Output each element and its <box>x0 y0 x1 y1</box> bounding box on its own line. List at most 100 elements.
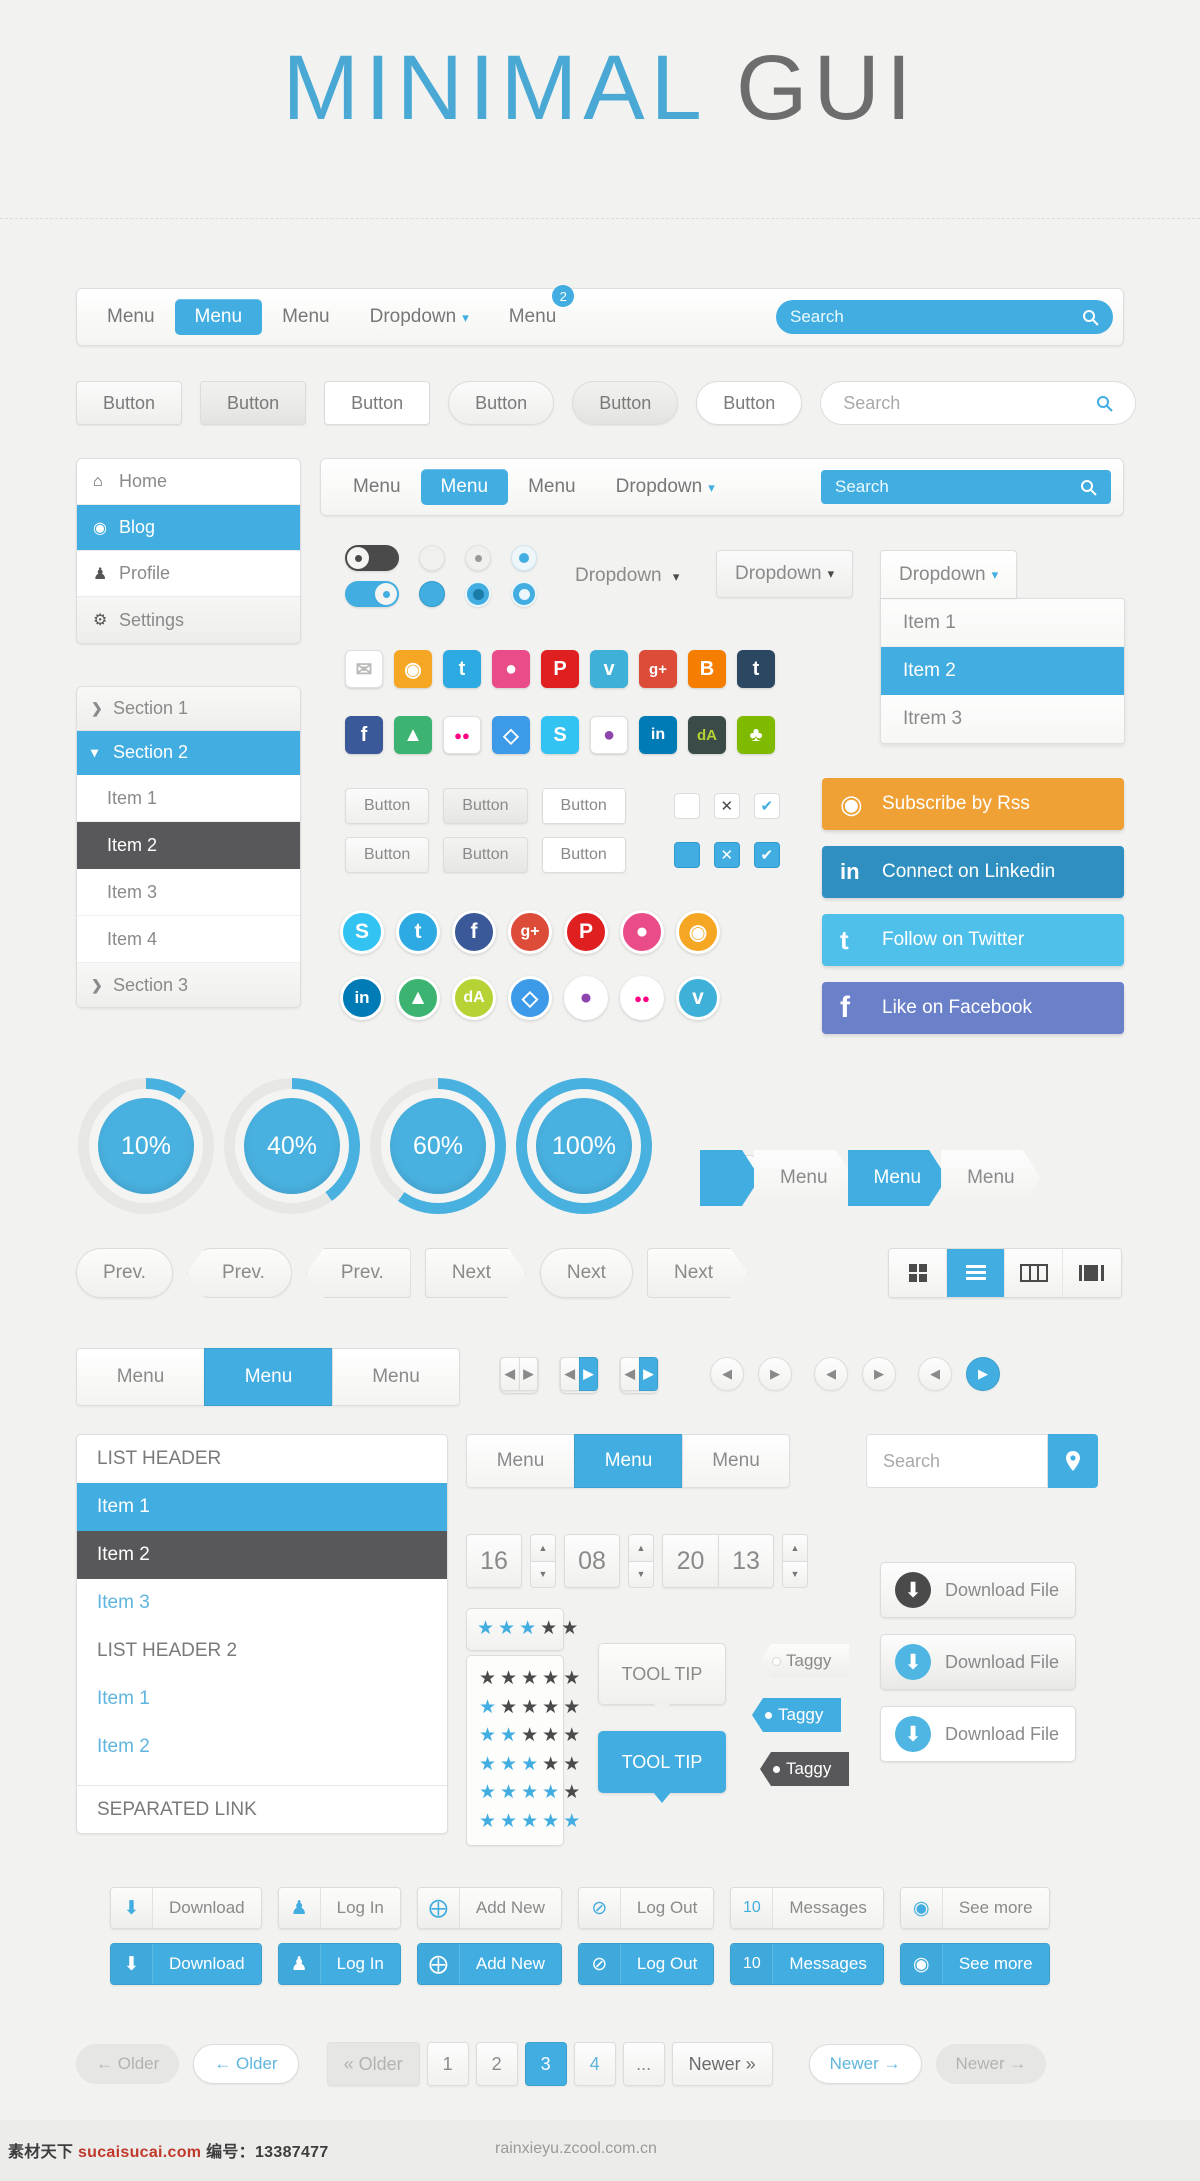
star-icon[interactable]: ★ <box>542 1751 559 1780</box>
star-icon[interactable]: ★ <box>542 1722 559 1751</box>
star-icon[interactable]: ★ <box>521 1779 538 1808</box>
list-item-5[interactable]: Item 2 <box>77 1723 447 1771</box>
spinner-down-icon[interactable]: ▼ <box>530 1560 556 1588</box>
linkedin-icon[interactable]: in <box>639 716 677 754</box>
spinner-arrows-year[interactable]: ▲ ▼ <box>782 1534 808 1588</box>
prev-button-arrow-square[interactable]: Prev. <box>305 1248 411 1298</box>
pager-next-icon[interactable]: ▶ <box>758 1357 792 1391</box>
spinner-down-icon[interactable]: ▼ <box>782 1560 808 1588</box>
star-icon[interactable]: ★ <box>563 1722 580 1751</box>
mini-button-2[interactable]: Button <box>443 788 528 824</box>
breadcrumb-item-3[interactable]: Menu <box>941 1150 1041 1206</box>
dropdown-item-3[interactable]: Itrem 3 <box>881 695 1124 743</box>
dropbox-icon[interactable]: ◇ <box>492 716 530 754</box>
accordion-section-3[interactable]: ❯ Section 3 <box>77 963 300 1007</box>
list-item-3[interactable]: Item 3 <box>77 1579 447 1627</box>
nav2-item-menu-1[interactable]: Menu <box>333 469 421 505</box>
messages-action-button[interactable]: 10 Messages <box>730 1887 884 1929</box>
button-round-1[interactable]: Button <box>448 381 555 425</box>
star-icon[interactable]: ★ <box>521 1808 538 1837</box>
see-more-action-button-blue[interactable]: ◉ See more <box>899 1943 1050 1985</box>
location-pin-icon[interactable] <box>1048 1434 1098 1488</box>
checkbox-x-light[interactable]: ✕ <box>713 793 740 819</box>
nav2-item-dropdown[interactable]: Dropdown ▾ <box>596 469 735 505</box>
dropdown-item-1[interactable]: Item 1 <box>881 599 1124 647</box>
tab-menu-2-active[interactable]: Menu <box>204 1348 332 1406</box>
add-new-action-button[interactable]: ⨁ Add New <box>416 1887 562 1929</box>
pager-next-icon-active[interactable]: ▶ <box>578 1357 598 1391</box>
radio-filled-blue[interactable] <box>419 581 445 607</box>
logout-action-button[interactable]: ⊘ Log Out <box>577 1887 715 1929</box>
newer-page-button[interactable]: Newer » <box>671 2042 773 2086</box>
page-number-1[interactable]: 1 <box>426 2042 469 2086</box>
blogger-icon[interactable]: B <box>688 650 726 688</box>
prev-button-round[interactable]: Prev. <box>76 1248 173 1298</box>
pager-next-icon[interactable]: ▶ <box>518 1357 538 1391</box>
like-facebook-button[interactable]: f Like on Facebook <box>822 982 1124 1034</box>
pinterest-icon[interactable]: P <box>541 650 579 688</box>
accordion-item-1[interactable]: Item 1 <box>77 775 300 822</box>
mini-button-1[interactable]: Button <box>345 788 430 824</box>
download-action-button-blue[interactable]: ⬇ Download <box>110 1943 262 1985</box>
star-icon[interactable]: ★ <box>542 1808 559 1837</box>
tag-light[interactable]: Taggy <box>760 1644 850 1678</box>
button-round-2[interactable]: Button <box>572 381 679 425</box>
pinterest-icon[interactable]: P <box>564 910 608 954</box>
page-number-3-active[interactable]: 3 <box>524 2042 567 2086</box>
spinner-down-icon[interactable]: ▼ <box>628 1560 654 1588</box>
star-icon[interactable]: ★ <box>500 1694 517 1723</box>
star-icon[interactable]: ★ <box>479 1722 496 1751</box>
star-icon[interactable]: ★ <box>563 1751 580 1780</box>
star-icon[interactable]: ★ <box>479 1808 496 1837</box>
button-square-2[interactable]: Button <box>200 381 307 425</box>
forrst-icon[interactable]: ♣ <box>737 716 775 754</box>
pager-prev-icon[interactable]: ◀ <box>500 1357 519 1391</box>
star-icon[interactable]: ★ <box>500 1665 517 1694</box>
pager-prev-icon[interactable]: ◀ <box>620 1357 639 1391</box>
spinner-arrows-day[interactable]: ▲ ▼ <box>530 1534 556 1588</box>
tag-blue[interactable]: Taggy <box>752 1698 842 1732</box>
list-view-icon[interactable] <box>947 1249 1005 1297</box>
star-icon[interactable]: ★ <box>521 1665 538 1694</box>
page-number-2[interactable]: 2 <box>475 2042 518 2086</box>
mini-button-6[interactable]: Button <box>541 837 626 873</box>
tag-dark[interactable]: Taggy <box>760 1752 850 1786</box>
accordion-item-4[interactable]: Item 4 <box>77 916 300 963</box>
see-more-action-button[interactable]: ◉ See more <box>899 1887 1050 1929</box>
star-icon[interactable]: ★ <box>542 1694 559 1723</box>
download-file-button-blue-2[interactable]: ⬇ Download File <box>880 1706 1076 1762</box>
location-search-input[interactable]: Search <box>866 1434 1048 1488</box>
next-button-round[interactable]: Next <box>539 1248 633 1298</box>
nav-item-menu-4-badge[interactable]: Menu 2 <box>489 285 577 335</box>
evernote-icon[interactable]: ▲ <box>396 976 440 1020</box>
download-action-button[interactable]: ⬇ Download <box>110 1887 262 1929</box>
email-icon[interactable]: ✉ <box>345 650 383 688</box>
newer-button[interactable]: Newer → <box>808 2044 922 2084</box>
sidebar-item-settings[interactable]: ⚙ Settings <box>77 597 300 643</box>
follow-twitter-button[interactable]: t Follow on Twitter <box>822 914 1124 966</box>
download-file-button-blue-1[interactable]: ⬇ Download File <box>880 1634 1076 1690</box>
mid-tab-1[interactable]: Menu <box>466 1434 574 1488</box>
star-icon[interactable]: ★ <box>521 1694 538 1723</box>
star-icon[interactable]: ★ <box>521 1722 538 1751</box>
star-icon[interactable]: ★ <box>563 1694 580 1723</box>
toggle-switch-on[interactable] <box>345 581 399 607</box>
sidebar-item-profile[interactable]: ♟ Profile <box>77 551 300 597</box>
grid-view-icon[interactable] <box>889 1249 947 1297</box>
nav-item-menu-1[interactable]: Menu <box>87 299 175 335</box>
star-icon[interactable]: ★ <box>500 1808 517 1837</box>
star-icon[interactable]: ★ <box>477 1615 494 1644</box>
skype-icon[interactable]: S <box>340 910 384 954</box>
nav-search-field[interactable]: Search <box>776 300 1113 334</box>
nav-item-menu-3[interactable]: Menu <box>262 299 350 335</box>
checkbox-filled-blue[interactable] <box>673 842 700 868</box>
radio-empty[interactable] <box>419 545 445 571</box>
spinner-up-icon[interactable]: ▲ <box>782 1534 808 1561</box>
accordion-item-3[interactable]: Item 3 <box>77 869 300 916</box>
spinner-value-year-lo[interactable]: 13 <box>718 1534 774 1588</box>
inline-dropdown-label[interactable]: Dropdown ▾ <box>575 565 679 587</box>
flickr-icon[interactable]: ●● <box>443 716 481 754</box>
add-new-action-button-blue[interactable]: ⨁ Add New <box>416 1943 562 1985</box>
search-icon[interactable] <box>1096 395 1113 412</box>
evernote-icon[interactable]: ▲ <box>394 716 432 754</box>
